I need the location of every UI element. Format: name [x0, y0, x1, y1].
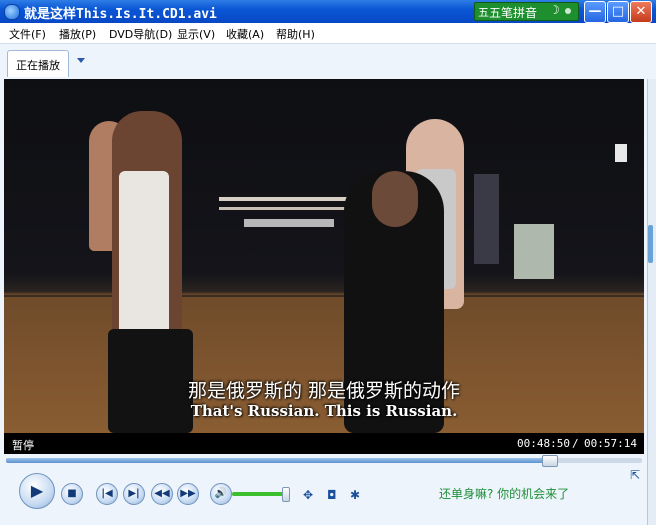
dancer-center-hair: [372, 171, 418, 227]
menu-favorites[interactable]: 收藏(A): [226, 26, 264, 42]
fast-forward-button[interactable]: ▶▶: [177, 483, 199, 505]
gear-icon[interactable]: ✱: [350, 488, 360, 502]
tab-now-playing-label: 正在播放: [16, 59, 60, 72]
side-scroll-handle[interactable]: [648, 225, 653, 263]
maximize-button[interactable]: □: [607, 1, 629, 23]
seek-progress: [6, 458, 549, 463]
media-player-window: 就是这样This.Is.It.CD1.avi 五 五笔拼音 ☽ — □ ✕ 文件…: [0, 0, 656, 525]
ime-logo-icon: 五: [478, 6, 489, 19]
punctuation-icon[interactable]: [565, 8, 571, 14]
window-title: 就是这样This.Is.It.CD1.avi: [24, 7, 217, 22]
equipment-cart: [474, 174, 499, 264]
camera-icon[interactable]: ◘: [327, 488, 337, 502]
tab-now-playing[interactable]: 正在播放: [7, 50, 69, 77]
menu-help[interactable]: 帮助(H): [276, 26, 315, 42]
play-button[interactable]: ▶: [19, 473, 55, 509]
ime-status-bar[interactable]: 五 五笔拼音 ☽: [474, 2, 579, 21]
video-display[interactable]: 那是俄罗斯的 那是俄罗斯的动作 That's Russian. This is …: [4, 79, 644, 433]
next-button[interactable]: ▶|: [123, 483, 145, 505]
floor-edge: [4, 295, 644, 297]
menu-dvd-navigation[interactable]: DVD导航(D): [109, 26, 172, 42]
menu-play[interactable]: 播放(P): [59, 26, 96, 42]
ime-label[interactable]: 五笔拼音: [489, 4, 537, 21]
mini-mode-icon[interactable]: ⇱: [630, 468, 640, 482]
stop-button[interactable]: ■: [61, 483, 83, 505]
time-separator: /: [572, 437, 579, 450]
ballet-barre-lower: [219, 207, 359, 210]
total-time: 00:57:14: [584, 437, 637, 450]
chevron-down-icon[interactable]: [77, 58, 85, 63]
menu-bar: 文件(F) 播放(P) DVD导航(D) 显示(V) 收藏(A) 帮助(H): [0, 23, 656, 44]
rewind-button[interactable]: ◀◀: [151, 483, 173, 505]
volume-thumb[interactable]: [282, 487, 291, 502]
window-right-edge: [647, 79, 656, 525]
promo-link[interactable]: 还单身嘛? 你的机会来了: [439, 485, 569, 502]
tab-strip: 正在播放: [0, 44, 656, 78]
subtitle-english: That's Russian. This is Russian.: [190, 402, 458, 420]
playback-state: 暂停: [12, 439, 34, 452]
seek-thumb[interactable]: [541, 455, 558, 467]
wall-sign: [615, 144, 627, 162]
trash-bin: [514, 224, 554, 279]
volume-slider[interactable]: [232, 487, 291, 502]
close-button[interactable]: ✕: [630, 1, 652, 23]
previous-button[interactable]: |◀: [96, 483, 118, 505]
half-width-icon[interactable]: ☽: [549, 3, 560, 17]
title-bar[interactable]: 就是这样This.Is.It.CD1.avi 五 五笔拼音 ☽ — □ ✕: [0, 0, 656, 23]
status-bar: 暂停 00:48:50 / 00:57:14: [4, 433, 644, 454]
wmp-logo-icon: [4, 4, 20, 20]
ballet-barre: [219, 197, 359, 201]
volume-level: [232, 492, 286, 496]
mute-button[interactable]: 🔊: [210, 483, 232, 505]
background-table: [244, 219, 334, 227]
minimize-button[interactable]: —: [584, 1, 606, 23]
dancer-tank-top-white: [119, 171, 169, 341]
subtitle-chinese: 那是俄罗斯的 那是俄罗斯的动作: [187, 380, 461, 402]
seek-bar[interactable]: [6, 455, 642, 467]
current-time: 00:48:50: [517, 437, 570, 450]
menu-view[interactable]: 显示(V): [177, 26, 215, 42]
menu-file[interactable]: 文件(F): [9, 26, 46, 42]
fullscreen-icon[interactable]: ✥: [303, 488, 313, 502]
